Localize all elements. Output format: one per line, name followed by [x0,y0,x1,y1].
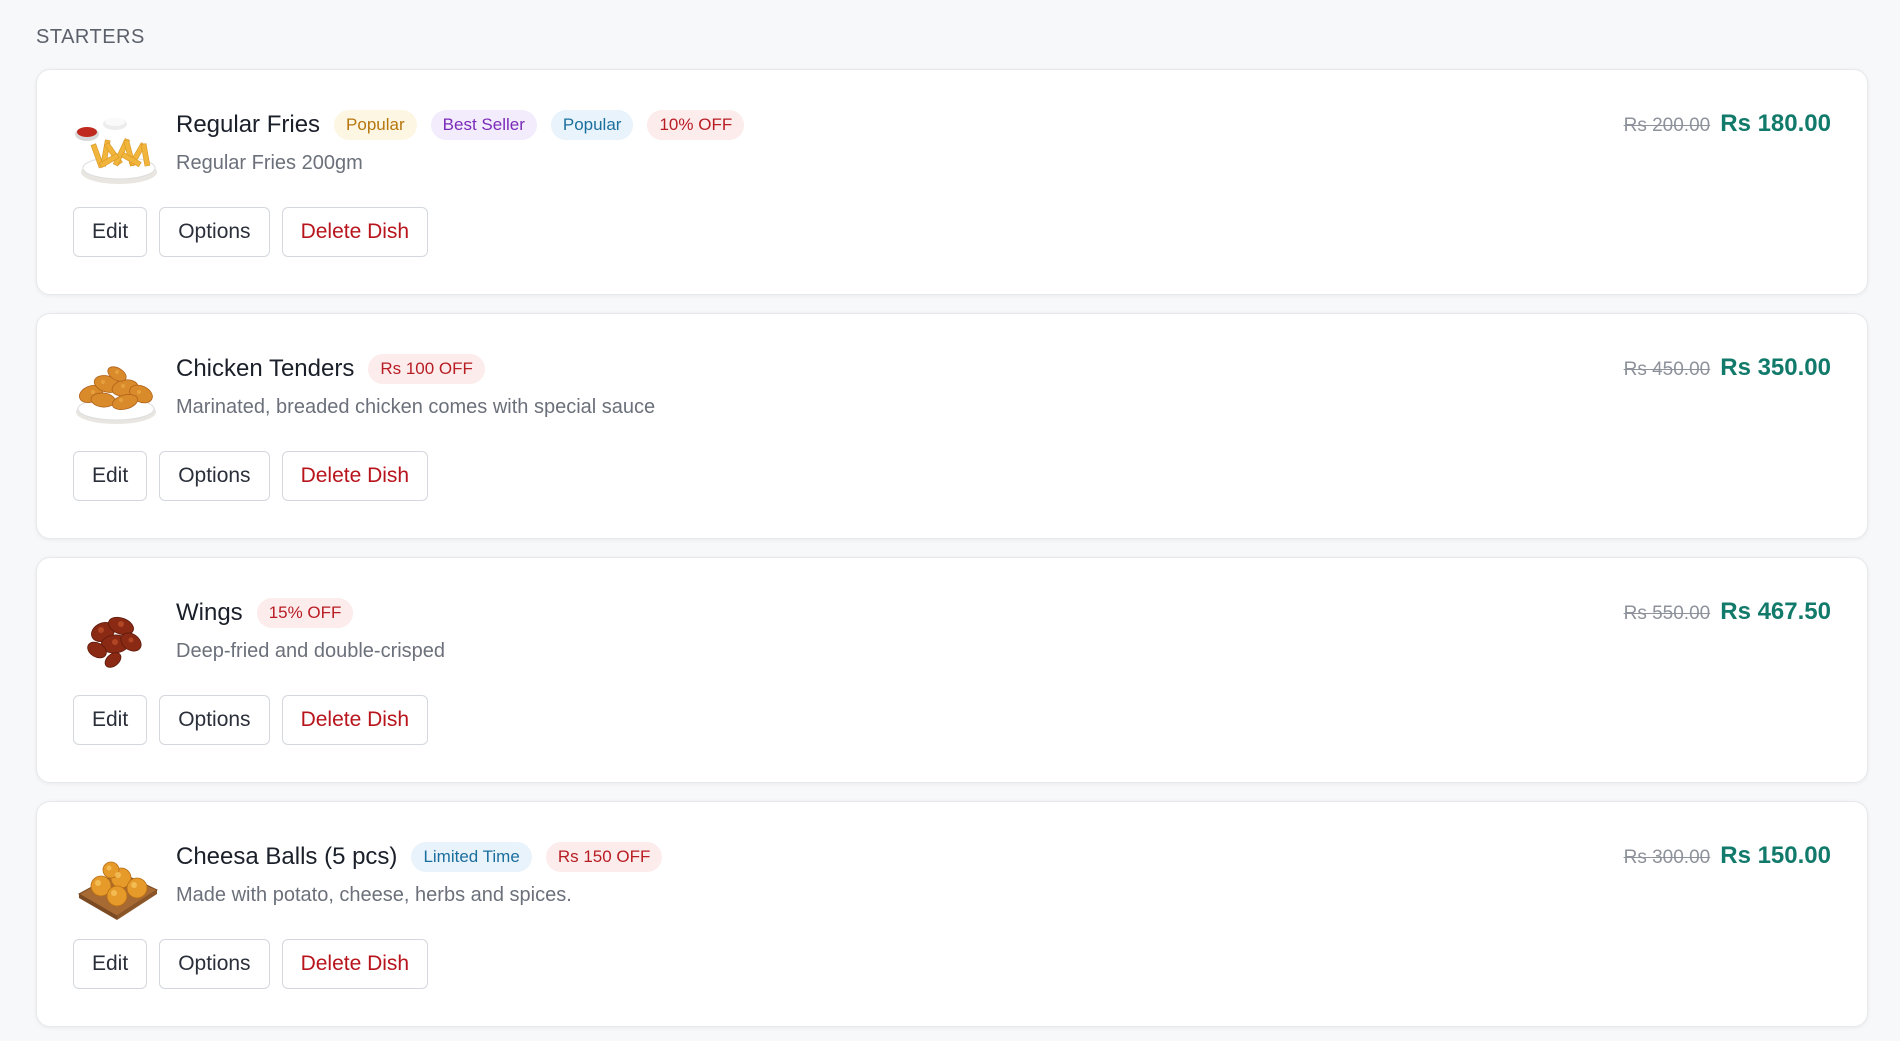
dish-card-chicken-tenders: Chicken Tenders Rs 100 OFF Marinated, br… [36,313,1868,539]
dish-actions: Edit Options Delete Dish [73,451,429,501]
dish-name: Cheesa Balls (5 pcs) [176,843,398,870]
dish-name: Wings [176,599,243,626]
badge-discount: Rs 150 OFF [545,842,663,872]
dish-description: Made with potato, cheese, herbs and spic… [176,884,572,906]
discounted-price: Rs 150.00 [1720,842,1831,869]
edit-button[interactable]: Edit [73,939,148,989]
delete-dish-button[interactable]: Delete Dish [281,695,429,745]
dish-actions: Edit Options Delete Dish [73,939,429,989]
wings-image [73,598,159,678]
original-price: Rs 200.00 [1623,115,1711,136]
dish-title-row: Chicken Tenders Rs 100 OFF [176,352,485,386]
dish-price: Rs 550.00 Rs 467.50 [1624,598,1831,626]
badge-best-seller: Best Seller [430,110,537,140]
badge-popular: Popular [334,110,417,140]
dish-title-row: Wings 15% OFF [176,596,354,630]
dish-name: Regular Fries [176,111,321,138]
dish-name: Chicken Tenders [176,355,355,382]
dish-card-wings: Wings 15% OFF Deep-fried and double-cris… [36,557,1868,783]
dish-price: Rs 200.00 Rs 180.00 [1624,110,1831,138]
badge-discount: Rs 100 OFF [368,354,485,384]
chicken-tenders-image [73,354,159,434]
badge-limited-time: Limited Time [411,842,532,872]
dish-title-row: Cheesa Balls (5 pcs) Limited Time Rs 150… [176,840,663,874]
badge-discount: 10% OFF [647,110,745,140]
badge-popular: Popular [550,110,634,140]
dish-card-regular-fries: Regular Fries Popular Best Seller Popula… [36,69,1868,295]
dish-description: Deep-fried and double-crisped [176,640,446,662]
section-title: STARTERS [36,26,145,48]
options-button[interactable]: Options [159,939,270,989]
delete-dish-button[interactable]: Delete Dish [281,939,429,989]
cheese-balls-image [73,842,159,922]
dish-description: Regular Fries 200gm [176,152,363,174]
edit-button[interactable]: Edit [73,451,148,501]
dish-title-row: Regular Fries Popular Best Seller Popula… [176,108,745,142]
options-button[interactable]: Options [159,207,270,257]
discounted-price: Rs 467.50 [1720,598,1831,625]
discounted-price: Rs 180.00 [1720,110,1831,137]
fries-image [73,110,159,190]
dish-price: Rs 450.00 Rs 350.00 [1624,354,1831,382]
options-button[interactable]: Options [159,695,270,745]
discounted-price: Rs 350.00 [1720,354,1831,381]
delete-dish-button[interactable]: Delete Dish [281,207,429,257]
options-button[interactable]: Options [159,451,270,501]
dish-price: Rs 300.00 Rs 150.00 [1624,842,1831,870]
original-price: Rs 300.00 [1623,847,1711,868]
edit-button[interactable]: Edit [73,207,148,257]
badge-discount: 15% OFF [256,598,354,628]
delete-dish-button[interactable]: Delete Dish [281,451,429,501]
edit-button[interactable]: Edit [73,695,148,745]
original-price: Rs 450.00 [1623,359,1711,380]
dish-card-cheese-balls: Cheesa Balls (5 pcs) Limited Time Rs 150… [36,801,1868,1027]
dish-actions: Edit Options Delete Dish [73,207,429,257]
original-price: Rs 550.00 [1623,603,1711,624]
dish-description: Marinated, breaded chicken comes with sp… [176,396,656,418]
dish-actions: Edit Options Delete Dish [73,695,429,745]
menu-page: STARTERS Regular Fries Popular Best Sell… [0,0,1900,1041]
